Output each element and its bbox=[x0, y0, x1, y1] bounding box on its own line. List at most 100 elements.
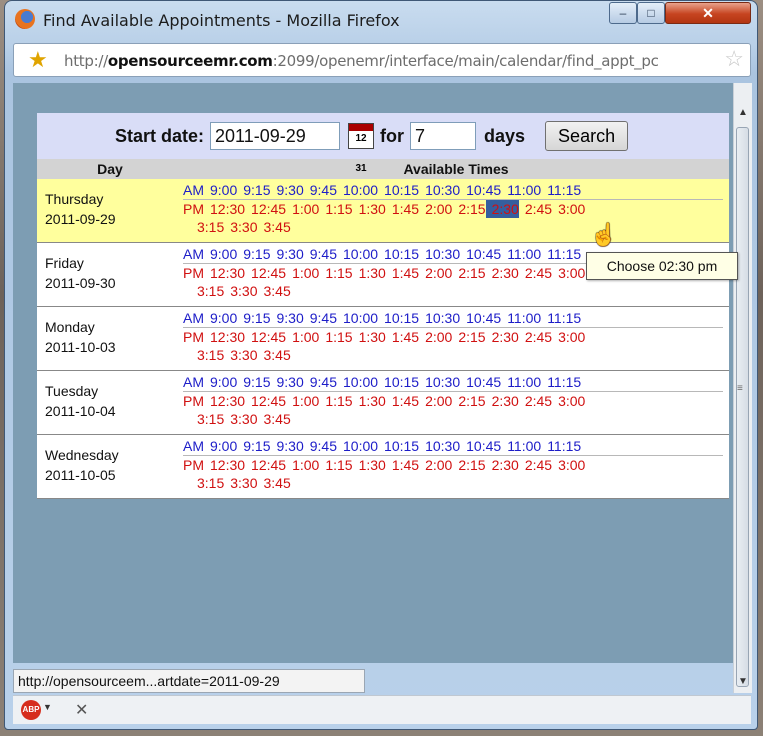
time-slot-link[interactable]: 11:15 bbox=[541, 181, 581, 199]
time-slot-link[interactable]: 9:30 bbox=[271, 181, 304, 199]
time-slot-link[interactable]: 3:00 bbox=[552, 200, 585, 218]
time-slot-link[interactable]: 11:00 bbox=[501, 437, 541, 455]
time-slot-link[interactable]: 9:45 bbox=[304, 373, 337, 391]
time-slot-link[interactable]: 10:30 bbox=[419, 373, 460, 391]
time-slot-link[interactable]: 1:15 bbox=[319, 200, 352, 218]
time-slot-link[interactable]: 3:30 bbox=[224, 474, 257, 492]
time-slot-link[interactable]: 12:45 bbox=[245, 264, 286, 282]
time-slot-link[interactable]: 1:30 bbox=[353, 392, 386, 410]
time-slot-link[interactable]: 2:00 bbox=[419, 456, 452, 474]
time-slot-link[interactable]: 1:30 bbox=[353, 456, 386, 474]
time-slot-link[interactable]: 3:30 bbox=[224, 410, 257, 428]
time-slot-link[interactable]: 12:45 bbox=[245, 328, 286, 346]
time-slot-link[interactable]: 10:30 bbox=[419, 245, 460, 263]
time-slot-link[interactable]: 10:45 bbox=[460, 373, 501, 391]
time-slot-link[interactable]: 2:45 bbox=[519, 392, 552, 410]
time-slot-link[interactable]: 1:45 bbox=[386, 200, 419, 218]
time-slot-link[interactable]: 2:45 bbox=[519, 456, 552, 474]
time-slot-link[interactable]: 9:00 bbox=[204, 373, 237, 391]
time-slot-link[interactable]: 9:30 bbox=[271, 309, 304, 327]
time-slot-link[interactable]: 2:00 bbox=[419, 328, 452, 346]
time-slot-link[interactable]: 3:45 bbox=[258, 410, 291, 428]
time-slot-link[interactable]: 9:15 bbox=[237, 437, 270, 455]
time-slot-link[interactable]: 11:00 bbox=[501, 373, 541, 391]
adblock-plus-icon[interactable]: ABP bbox=[21, 700, 41, 720]
address-bar[interactable]: ★ http://opensourceemr.com:2099/openemr/… bbox=[13, 43, 751, 77]
time-slot-link[interactable]: 11:15 bbox=[541, 245, 581, 263]
url-text[interactable]: http://opensourceemr.com:2099/openemr/in… bbox=[64, 52, 724, 70]
calendar-icon[interactable]: 12 31 bbox=[348, 123, 375, 174]
days-input[interactable]: 7 bbox=[410, 122, 477, 150]
start-date-input[interactable]: 2011-09-29 bbox=[210, 122, 341, 150]
time-slot-link[interactable]: 2:00 bbox=[419, 392, 452, 410]
time-slot-link[interactable]: 10:30 bbox=[419, 437, 460, 455]
time-slot-link[interactable]: 2:00 bbox=[419, 264, 452, 282]
time-slot-link[interactable]: 12:30 bbox=[204, 456, 245, 474]
time-slot-link[interactable]: 10:00 bbox=[337, 245, 378, 263]
time-slot-link[interactable]: 1:00 bbox=[286, 328, 319, 346]
time-slot-link[interactable]: 2:30 bbox=[486, 328, 519, 346]
time-slot-link[interactable]: 9:30 bbox=[271, 437, 304, 455]
time-slot-link[interactable]: 12:30 bbox=[204, 392, 245, 410]
time-slot-link[interactable]: 1:15 bbox=[319, 392, 352, 410]
time-slot-link[interactable]: 10:30 bbox=[419, 309, 460, 327]
time-slot-link[interactable]: 12:45 bbox=[245, 456, 286, 474]
time-slot-link[interactable]: 10:15 bbox=[378, 373, 419, 391]
time-slot-link[interactable]: 3:30 bbox=[224, 346, 257, 364]
time-slot-link[interactable]: 9:45 bbox=[304, 245, 337, 263]
time-slot-link[interactable]: 3:00 bbox=[552, 392, 585, 410]
time-slot-link[interactable]: 9:15 bbox=[237, 309, 270, 327]
time-slot-link[interactable]: 1:45 bbox=[386, 264, 419, 282]
time-slot-link[interactable]: 1:15 bbox=[319, 456, 352, 474]
time-slot-link[interactable]: 11:00 bbox=[501, 309, 541, 327]
time-slot-link[interactable]: 1:45 bbox=[386, 456, 419, 474]
time-slot-link[interactable]: 2:45 bbox=[519, 264, 552, 282]
time-slot-link[interactable]: 2:45 bbox=[519, 328, 552, 346]
time-slot-link[interactable]: 3:15 bbox=[191, 282, 224, 300]
time-slot-link[interactable]: 3:45 bbox=[258, 474, 291, 492]
time-slot-link[interactable]: 10:00 bbox=[337, 309, 378, 327]
time-slot-link[interactable]: 10:45 bbox=[460, 181, 501, 199]
time-slot-link[interactable]: 12:45 bbox=[245, 200, 286, 218]
time-slot-link[interactable]: 3:00 bbox=[552, 456, 585, 474]
time-slot-link[interactable]: 1:30 bbox=[353, 264, 386, 282]
time-slot-link[interactable]: 10:00 bbox=[337, 437, 378, 455]
scroll-up-icon[interactable]: ▲ bbox=[738, 107, 748, 118]
time-slot-link[interactable]: 9:15 bbox=[237, 245, 270, 263]
time-slot-link[interactable]: 10:45 bbox=[460, 309, 501, 327]
time-slot-link[interactable]: 10:15 bbox=[378, 181, 419, 199]
time-slot-link[interactable]: 3:15 bbox=[191, 410, 224, 428]
time-slot-link[interactable]: 2:30 bbox=[486, 392, 519, 410]
time-slot-link[interactable]: 9:00 bbox=[204, 181, 237, 199]
time-slot-link[interactable]: 3:30 bbox=[224, 218, 257, 236]
time-slot-link[interactable]: 11:15 bbox=[541, 373, 581, 391]
close-button[interactable]: ✕ bbox=[665, 2, 751, 24]
time-slot-link[interactable]: 9:00 bbox=[204, 437, 237, 455]
time-slot-link[interactable]: 9:45 bbox=[304, 181, 337, 199]
time-slot-link[interactable]: 3:45 bbox=[258, 282, 291, 300]
time-slot-link[interactable]: 9:15 bbox=[237, 373, 270, 391]
time-slot-link[interactable]: 2:15 bbox=[452, 392, 485, 410]
time-slot-link[interactable]: 11:00 bbox=[501, 245, 541, 263]
time-slot-link[interactable]: 12:45 bbox=[245, 392, 286, 410]
time-slot-link[interactable]: 9:30 bbox=[271, 245, 304, 263]
time-slot-link[interactable]: 2:15 bbox=[452, 200, 485, 218]
time-slot-link[interactable]: 3:00 bbox=[552, 328, 585, 346]
time-slot-link[interactable]: 9:45 bbox=[304, 437, 337, 455]
time-slot-link[interactable]: 10:15 bbox=[378, 245, 419, 263]
time-slot-link[interactable]: 1:00 bbox=[286, 200, 319, 218]
scroll-thumb[interactable] bbox=[736, 127, 749, 687]
time-slot-link[interactable]: 10:00 bbox=[337, 373, 378, 391]
minimize-button[interactable]: – bbox=[609, 2, 637, 24]
time-slot-link[interactable]: 12:30 bbox=[204, 328, 245, 346]
time-slot-link[interactable]: 11:00 bbox=[501, 181, 541, 199]
time-slot-link[interactable]: 2:15 bbox=[452, 264, 485, 282]
time-slot-link[interactable]: 1:45 bbox=[386, 392, 419, 410]
time-slot-link[interactable]: 10:00 bbox=[337, 181, 378, 199]
scroll-down-icon[interactable]: ▼ bbox=[738, 676, 748, 687]
time-slot-link[interactable]: 2:15 bbox=[452, 328, 485, 346]
time-slot-link[interactable]: 12:30 bbox=[204, 200, 245, 218]
time-slot-link[interactable]: 3:45 bbox=[258, 346, 291, 364]
time-slot-link[interactable]: 3:45 bbox=[258, 218, 291, 236]
time-slot-link[interactable]: 1:00 bbox=[286, 392, 319, 410]
